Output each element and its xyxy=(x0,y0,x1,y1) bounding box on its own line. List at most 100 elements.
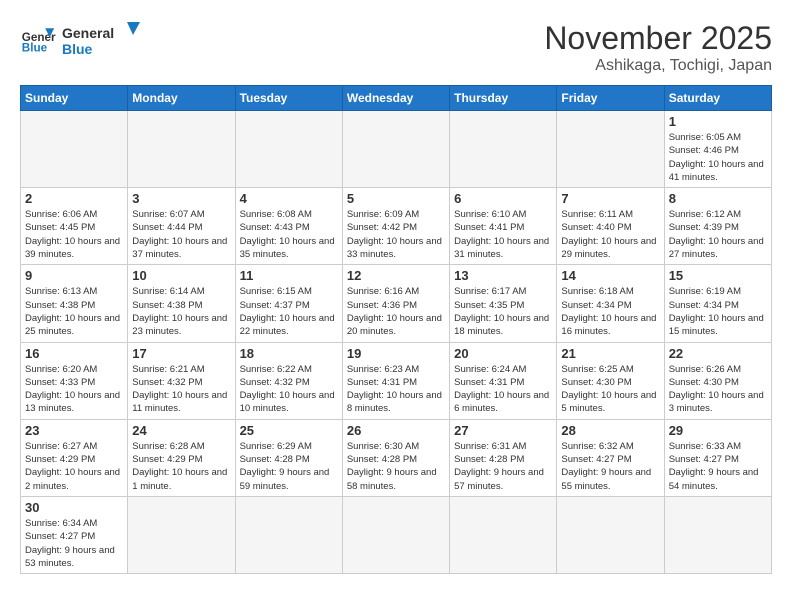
calendar-cell xyxy=(450,111,557,188)
day-info: Sunrise: 6:32 AM Sunset: 4:27 PM Dayligh… xyxy=(561,440,659,493)
calendar-cell xyxy=(450,496,557,573)
calendar-cell: 8 Sunrise: 6:12 AM Sunset: 4:39 PM Daylig… xyxy=(664,188,771,265)
day-info: Sunrise: 6:05 AM Sunset: 4:46 PM Dayligh… xyxy=(669,131,767,184)
calendar-cell xyxy=(342,111,449,188)
title-block: November 2025 Ashikaga, Tochigi, Japan xyxy=(544,20,772,75)
calendar-cell: 24Sunrise: 6:28 AM Sunset: 4:29 PM Dayli… xyxy=(128,419,235,496)
calendar-week-6: 30 Sunrise: 6:34 AM Sunset: 4:27 PM Dayli… xyxy=(21,496,772,573)
day-number: 1 xyxy=(669,114,767,129)
day-header-friday: Friday xyxy=(557,86,664,111)
day-header-monday: Monday xyxy=(128,86,235,111)
calendar-week-2: 2Sunrise: 6:06 AM Sunset: 4:45 PM Daylig… xyxy=(21,188,772,265)
calendar-cell: 4 Sunrise: 6:08 AM Sunset: 4:43 PM Daylig… xyxy=(235,188,342,265)
day-info: Sunrise: 6:17 AM Sunset: 4:35 PM Dayligh… xyxy=(454,285,552,338)
calendar-cell: 11Sunrise: 6:15 AM Sunset: 4:37 PM Dayli… xyxy=(235,265,342,342)
calendar-cell: 28 Sunrise: 6:32 AM Sunset: 4:27 PM Dayli… xyxy=(557,419,664,496)
day-number: 18 xyxy=(240,346,338,361)
calendar-cell: 30 Sunrise: 6:34 AM Sunset: 4:27 PM Dayli… xyxy=(21,496,128,573)
day-number: 22 xyxy=(669,346,767,361)
svg-text:Blue: Blue xyxy=(62,41,93,57)
calendar-cell: 3Sunrise: 6:07 AM Sunset: 4:44 PM Daylig… xyxy=(128,188,235,265)
day-info: Sunrise: 6:24 AM Sunset: 4:31 PM Dayligh… xyxy=(454,363,552,416)
calendar-cell: 5Sunrise: 6:09 AM Sunset: 4:42 PM Daylig… xyxy=(342,188,449,265)
calendar-cell: 6 Sunrise: 6:10 AM Sunset: 4:41 PM Daylig… xyxy=(450,188,557,265)
day-number: 27 xyxy=(454,423,552,438)
day-number: 17 xyxy=(132,346,230,361)
day-info: Sunrise: 6:29 AM Sunset: 4:28 PM Dayligh… xyxy=(240,440,338,493)
calendar-cell: 16Sunrise: 6:20 AM Sunset: 4:33 PM Dayli… xyxy=(21,342,128,419)
day-number: 15 xyxy=(669,268,767,283)
calendar-cell: 18Sunrise: 6:22 AM Sunset: 4:32 PM Dayli… xyxy=(235,342,342,419)
calendar-week-3: 9Sunrise: 6:13 AM Sunset: 4:38 PM Daylig… xyxy=(21,265,772,342)
day-number: 4 xyxy=(240,191,338,206)
page-header: General Blue General Blue November 2025 … xyxy=(20,20,772,75)
day-number: 9 xyxy=(25,268,123,283)
calendar-cell: 26 Sunrise: 6:30 AM Sunset: 4:28 PM Dayli… xyxy=(342,419,449,496)
logo: General Blue General Blue xyxy=(20,20,142,58)
calendar-cell: 21 Sunrise: 6:25 AM Sunset: 4:30 PM Dayli… xyxy=(557,342,664,419)
calendar-cell: 12Sunrise: 6:16 AM Sunset: 4:36 PM Dayli… xyxy=(342,265,449,342)
day-info: Sunrise: 6:16 AM Sunset: 4:36 PM Dayligh… xyxy=(347,285,445,338)
day-header-saturday: Saturday xyxy=(664,86,771,111)
calendar-cell: 17Sunrise: 6:21 AM Sunset: 4:32 PM Dayli… xyxy=(128,342,235,419)
day-number: 21 xyxy=(561,346,659,361)
day-number: 29 xyxy=(669,423,767,438)
calendar-table: SundayMondayTuesdayWednesdayThursdayFrid… xyxy=(20,85,772,574)
calendar-cell xyxy=(235,111,342,188)
day-info: Sunrise: 6:20 AM Sunset: 4:33 PM Dayligh… xyxy=(25,363,123,416)
day-number: 24 xyxy=(132,423,230,438)
calendar-cell: 27 Sunrise: 6:31 AM Sunset: 4:28 PM Dayli… xyxy=(450,419,557,496)
day-info: Sunrise: 6:14 AM Sunset: 4:38 PM Dayligh… xyxy=(132,285,230,338)
day-info: Sunrise: 6:31 AM Sunset: 4:28 PM Dayligh… xyxy=(454,440,552,493)
calendar-cell: 13 Sunrise: 6:17 AM Sunset: 4:35 PM Dayli… xyxy=(450,265,557,342)
day-info: Sunrise: 6:27 AM Sunset: 4:29 PM Dayligh… xyxy=(25,440,123,493)
calendar-cell: 9Sunrise: 6:13 AM Sunset: 4:38 PM Daylig… xyxy=(21,265,128,342)
calendar-week-4: 16Sunrise: 6:20 AM Sunset: 4:33 PM Dayli… xyxy=(21,342,772,419)
day-number: 14 xyxy=(561,268,659,283)
calendar-header: SundayMondayTuesdayWednesdayThursdayFrid… xyxy=(21,86,772,111)
day-number: 6 xyxy=(454,191,552,206)
day-info: Sunrise: 6:19 AM Sunset: 4:34 PM Dayligh… xyxy=(669,285,767,338)
svg-text:Blue: Blue xyxy=(22,42,48,55)
day-info: Sunrise: 6:30 AM Sunset: 4:28 PM Dayligh… xyxy=(347,440,445,493)
day-info: Sunrise: 6:10 AM Sunset: 4:41 PM Dayligh… xyxy=(454,208,552,261)
calendar-cell: 22Sunrise: 6:26 AM Sunset: 4:30 PM Dayli… xyxy=(664,342,771,419)
day-info: Sunrise: 6:08 AM Sunset: 4:43 PM Dayligh… xyxy=(240,208,338,261)
calendar-cell: 25 Sunrise: 6:29 AM Sunset: 4:28 PM Dayli… xyxy=(235,419,342,496)
day-header-wednesday: Wednesday xyxy=(342,86,449,111)
day-number: 23 xyxy=(25,423,123,438)
day-number: 25 xyxy=(240,423,338,438)
calendar-cell xyxy=(128,111,235,188)
calendar-cell xyxy=(235,496,342,573)
calendar-cell: 19 Sunrise: 6:23 AM Sunset: 4:31 PM Dayli… xyxy=(342,342,449,419)
day-info: Sunrise: 6:15 AM Sunset: 4:37 PM Dayligh… xyxy=(240,285,338,338)
calendar-cell: 14Sunrise: 6:18 AM Sunset: 4:34 PM Dayli… xyxy=(557,265,664,342)
day-info: Sunrise: 6:12 AM Sunset: 4:39 PM Dayligh… xyxy=(669,208,767,261)
calendar-cell: 7Sunrise: 6:11 AM Sunset: 4:40 PM Daylig… xyxy=(557,188,664,265)
day-info: Sunrise: 6:25 AM Sunset: 4:30 PM Dayligh… xyxy=(561,363,659,416)
day-number: 8 xyxy=(669,191,767,206)
day-number: 19 xyxy=(347,346,445,361)
calendar-week-5: 23 Sunrise: 6:27 AM Sunset: 4:29 PM Dayli… xyxy=(21,419,772,496)
day-number: 28 xyxy=(561,423,659,438)
calendar-cell: 10Sunrise: 6:14 AM Sunset: 4:38 PM Dayli… xyxy=(128,265,235,342)
day-info: Sunrise: 6:07 AM Sunset: 4:44 PM Dayligh… xyxy=(132,208,230,261)
day-number: 26 xyxy=(347,423,445,438)
day-info: Sunrise: 6:34 AM Sunset: 4:27 PM Dayligh… xyxy=(25,517,123,570)
calendar-cell: 23 Sunrise: 6:27 AM Sunset: 4:29 PM Dayli… xyxy=(21,419,128,496)
calendar-cell xyxy=(342,496,449,573)
logo-full: General Blue xyxy=(62,20,142,58)
day-number: 30 xyxy=(25,500,123,515)
day-number: 13 xyxy=(454,268,552,283)
day-info: Sunrise: 6:33 AM Sunset: 4:27 PM Dayligh… xyxy=(669,440,767,493)
calendar-cell xyxy=(557,111,664,188)
calendar-cell: 15 Sunrise: 6:19 AM Sunset: 4:34 PM Dayli… xyxy=(664,265,771,342)
svg-text:General: General xyxy=(62,25,114,41)
calendar-cell: 2Sunrise: 6:06 AM Sunset: 4:45 PM Daylig… xyxy=(21,188,128,265)
calendar-week-1: 1 Sunrise: 6:05 AM Sunset: 4:46 PM Daylig… xyxy=(21,111,772,188)
location-title: Ashikaga, Tochigi, Japan xyxy=(544,57,772,75)
calendar-cell: 20Sunrise: 6:24 AM Sunset: 4:31 PM Dayli… xyxy=(450,342,557,419)
day-info: Sunrise: 6:23 AM Sunset: 4:31 PM Dayligh… xyxy=(347,363,445,416)
day-number: 7 xyxy=(561,191,659,206)
logo-icon: General Blue xyxy=(20,21,56,57)
